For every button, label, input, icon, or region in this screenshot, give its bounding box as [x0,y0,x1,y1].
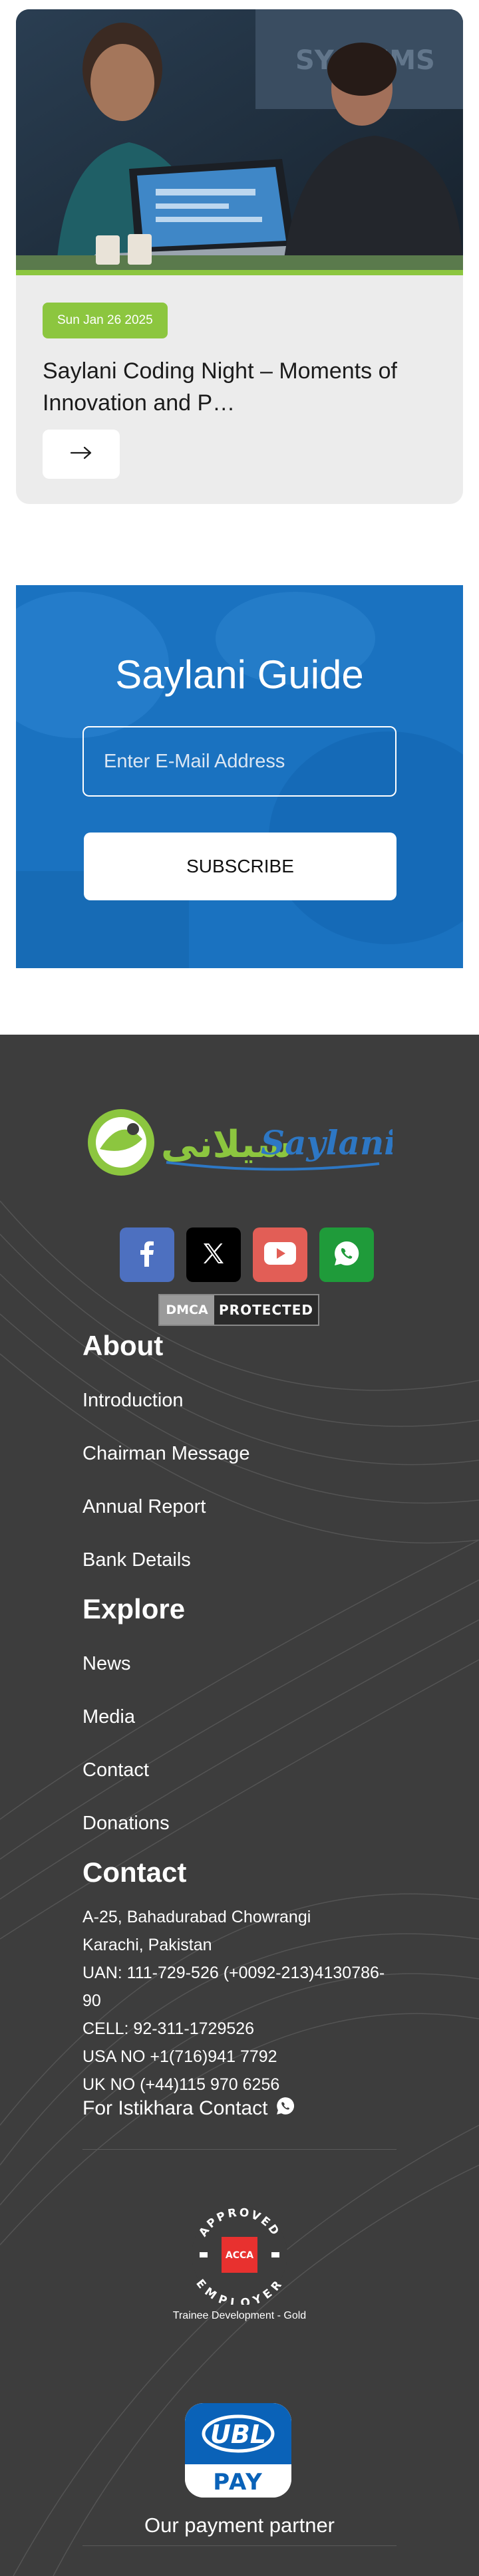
dmca-badge[interactable]: DMCA PROTECTED [158,1294,319,1326]
whatsapp-link[interactable] [319,1227,374,1282]
contact-uan-cont: 90 [82,1992,101,2010]
dmca-label: DMCA [160,1295,214,1325]
istikhara-contact-link[interactable]: For Istikhara Contact [82,2096,295,2121]
dmca-protected-label: PROTECTED [214,1295,318,1325]
contact-heading: Contact [82,1857,187,1888]
blog-card[interactable]: SYSTEMS Sun Jan 26 2025 Saylani Coding N… [16,9,463,504]
about-link-bank-details[interactable]: Bank Details [82,1549,191,1571]
ubl-pay-logo[interactable]: UBL PAY [185,2403,291,2498]
contact-usa[interactable]: USA NO +1(716)941 7792 [82,2043,277,2071]
about-link-introduction[interactable]: Introduction [82,1390,184,1412]
card-title[interactable]: Saylani Coding Night – Moments of Innova… [43,355,442,419]
youtube-link[interactable] [253,1227,307,1282]
blog-card-image[interactable]: SYSTEMS [16,9,463,275]
footer-divider [82,2149,397,2150]
saylani-logo[interactable]: سیلانی Saylani [86,1102,397,1185]
contact-address-line2: Karachi, Pakistan [82,1936,212,1954]
explore-link-contact[interactable]: Contact [82,1759,149,1781]
logo-english-text: Saylani [261,1123,393,1162]
whatsapp-small-icon [275,2096,295,2121]
site-footer: سیلانی Saylani DMCA PROTECTED About Intr… [0,1035,479,2576]
contact-uan[interactable]: UAN: 111-729-526 (+0092-213)4130786- [82,1959,385,1987]
x-link[interactable] [186,1227,241,1282]
facebook-link[interactable] [120,1227,174,1282]
payment-partner-text: Our payment partner [144,2513,335,2537]
email-input[interactable] [82,726,397,797]
acca-approved-employer-badge[interactable]: APPROVED EMPLOYER ACCA [186,2205,293,2310]
about-link-annual-report[interactable]: Annual Report [82,1496,206,1518]
acca-caption: Trainee Development - Gold [172,2310,307,2321]
ubl-text: UBL [210,2420,266,2449]
footer-bottom-divider [82,2545,397,2546]
facebook-icon [134,1240,160,1269]
explore-link-news[interactable]: News [82,1653,131,1675]
subscribe-button[interactable]: SUBSCRIBE [84,833,397,900]
arrow-right-icon [70,446,92,462]
acca-badge-center-text: ACCA [226,2250,253,2261]
contact-address-line1: A-25, Bahadurabad Chowrangi [82,1908,311,1926]
about-heading: About [82,1330,164,1361]
pay-text: PAY [213,2469,263,2496]
contact-uk[interactable]: UK NO (+44)115 970 6256 [82,2071,279,2099]
contact-cell[interactable]: CELL: 92-311-1729526 [82,2015,254,2043]
newsletter-title: Saylani Guide [115,652,364,697]
explore-heading: Explore [82,1593,186,1624]
youtube-icon [264,1242,296,1267]
explore-link-media[interactable]: Media [82,1706,135,1728]
explore-link-donations[interactable]: Donations [82,1813,170,1835]
newsletter-section: Saylani Guide SUBSCRIBE [16,585,463,968]
x-icon [201,1241,226,1269]
whatsapp-icon [333,1239,361,1270]
date-badge: Sun Jan 26 2025 [43,303,168,338]
about-link-chairman-message[interactable]: Chairman Message [82,1443,249,1465]
read-more-button[interactable] [43,430,120,479]
istikhara-label: For Istikhara Contact [82,2097,268,2119]
